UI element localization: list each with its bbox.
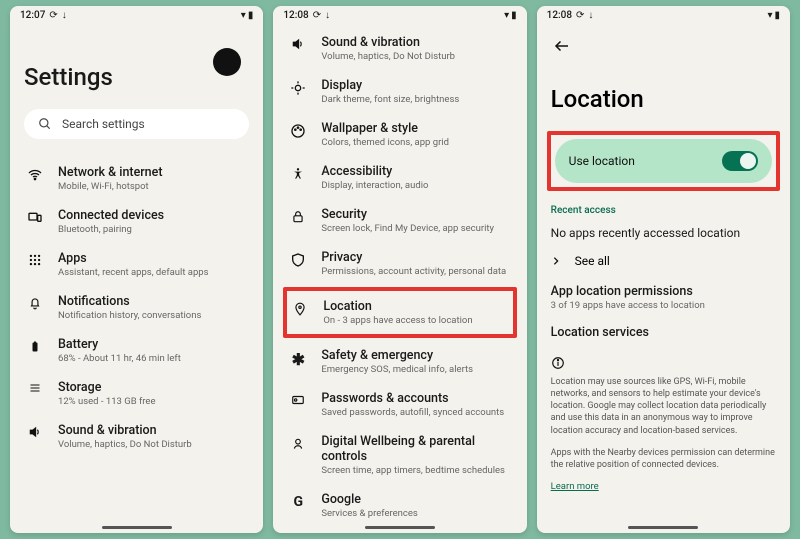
use-location-label: Use location (569, 154, 635, 168)
settings-row-display[interactable]: DisplayDark theme, font size, brightness (287, 70, 512, 113)
use-location-toggle-row[interactable]: Use location (555, 139, 772, 183)
download-icon: ↓ (588, 10, 593, 21)
settings-row-passwords[interactable]: Passwords & accountsSaved passwords, aut… (287, 383, 512, 426)
settings-row-network[interactable]: Network & internetMobile, Wi-Fi, hotspot (24, 157, 249, 200)
settings-row-safety[interactable]: ✱ Safety & emergencyEmergency SOS, medic… (287, 340, 512, 383)
page-title: Location (551, 85, 776, 113)
settings-row-privacy[interactable]: PrivacyPermissions, account activity, pe… (287, 242, 512, 285)
emergency-icon: ✱ (289, 350, 307, 369)
highlight-use-location: Use location (547, 131, 780, 191)
status-bar: 12:08 ⟳ ↓ ▾ ▮ (273, 6, 526, 23)
apps-icon (26, 253, 44, 267)
settings-row-accessibility[interactable]: AccessibilityDisplay, interaction, audio (287, 156, 512, 199)
palette-icon (289, 123, 307, 139)
see-all-row[interactable]: See all (551, 254, 776, 268)
settings-row-battery[interactable]: Battery68% - About 11 hr, 46 min left (24, 329, 249, 372)
app-permissions-row[interactable]: App location permissions 3 of 19 apps ha… (551, 284, 776, 311)
lock-icon (289, 209, 307, 225)
wifi-icon: ▾ (767, 10, 772, 21)
status-icon: ⟳ (49, 10, 57, 21)
bell-icon (26, 296, 44, 310)
battery-icon (26, 339, 44, 355)
search-input[interactable]: Search settings (24, 109, 249, 139)
location-services-row[interactable]: Location services (551, 325, 776, 340)
wifi-icon: ▾ (241, 10, 246, 21)
search-placeholder: Search settings (62, 117, 145, 131)
back-button[interactable] (551, 23, 776, 55)
status-icon: ⟳ (576, 10, 584, 21)
settings-row-wellbeing[interactable]: Digital Wellbeing & parental controlsScr… (287, 426, 512, 484)
settings-row-notifications[interactable]: NotificationsNotification history, conve… (24, 286, 249, 329)
settings-row-apps[interactable]: AppsAssistant, recent apps, default apps (24, 243, 249, 286)
highlight-location: LocationOn - 3 apps have access to locat… (283, 287, 516, 338)
wifi-icon: ▾ (504, 10, 509, 21)
search-icon (38, 117, 52, 131)
info-text-2: Apps with the Nearby devices permission … (551, 447, 776, 471)
battery-icon: ▮ (774, 10, 780, 21)
google-icon: G (289, 494, 307, 510)
status-time: 12:08 (547, 10, 572, 21)
recent-access-heading: Recent access (551, 205, 776, 216)
screen-settings-scroll: 12:08 ⟳ ↓ ▾ ▮ Sound & vibrationVolume, h… (273, 6, 526, 533)
app-permissions-sub: 3 of 19 apps have access to location (551, 300, 776, 311)
download-icon: ↓ (325, 10, 330, 21)
status-bar: 12:08 ⟳ ↓ ▾ ▮ (537, 6, 790, 23)
accessibility-icon (289, 166, 307, 182)
wifi-icon (26, 167, 44, 183)
settings-row-connected[interactable]: Connected devicesBluetooth, pairing (24, 200, 249, 243)
brightness-icon (289, 80, 307, 96)
nav-pill[interactable] (102, 526, 172, 529)
storage-icon (26, 382, 44, 394)
nav-pill[interactable] (628, 526, 698, 529)
privacy-icon (289, 252, 307, 268)
info-icon (551, 356, 776, 370)
status-time: 12:08 (283, 10, 308, 21)
key-icon (289, 393, 307, 407)
download-icon: ↓ (62, 10, 67, 21)
settings-row-wallpaper[interactable]: Wallpaper & styleColors, themed icons, a… (287, 113, 512, 156)
chevron-right-icon (551, 256, 561, 266)
toggle-switch[interactable] (722, 151, 758, 171)
wellbeing-icon (289, 436, 307, 452)
arrow-left-icon (553, 37, 571, 55)
battery-icon: ▮ (248, 10, 254, 21)
info-text-1: Location may use sources like GPS, Wi-Fi… (551, 376, 776, 437)
settings-row-google[interactable]: G GoogleServices & preferences (287, 484, 512, 527)
settings-row-sound[interactable]: Sound & vibrationVolume, haptics, Do Not… (24, 415, 249, 458)
settings-row-sound[interactable]: Sound & vibrationVolume, haptics, Do Not… (287, 27, 512, 70)
status-icon: ⟳ (313, 10, 321, 21)
settings-row-storage[interactable]: Storage12% used - 113 GB free (24, 372, 249, 415)
no-apps-text: No apps recently accessed location (551, 226, 776, 240)
status-time: 12:07 (20, 10, 45, 21)
settings-row-location[interactable]: LocationOn - 3 apps have access to locat… (289, 295, 510, 330)
screen-settings-main: 12:07 ⟳ ↓ ▾ ▮ Settings Search settings N… (10, 6, 263, 533)
location-icon (291, 301, 309, 317)
battery-icon: ▮ (511, 10, 517, 21)
volume-icon (289, 37, 307, 51)
location-services-title: Location services (551, 325, 776, 340)
screen-location: 12:08 ⟳ ↓ ▾ ▮ Location Use location Rece… (537, 6, 790, 533)
see-all-label: See all (575, 254, 610, 268)
app-permissions-title: App location permissions (551, 284, 776, 299)
status-bar: 12:07 ⟳ ↓ ▾ ▮ (10, 6, 263, 23)
nav-pill[interactable] (365, 526, 435, 529)
devices-icon (26, 210, 44, 226)
volume-icon (26, 425, 44, 439)
learn-more-link[interactable]: Learn more (551, 481, 776, 492)
settings-row-security[interactable]: SecurityScreen lock, Find My Device, app… (287, 199, 512, 242)
